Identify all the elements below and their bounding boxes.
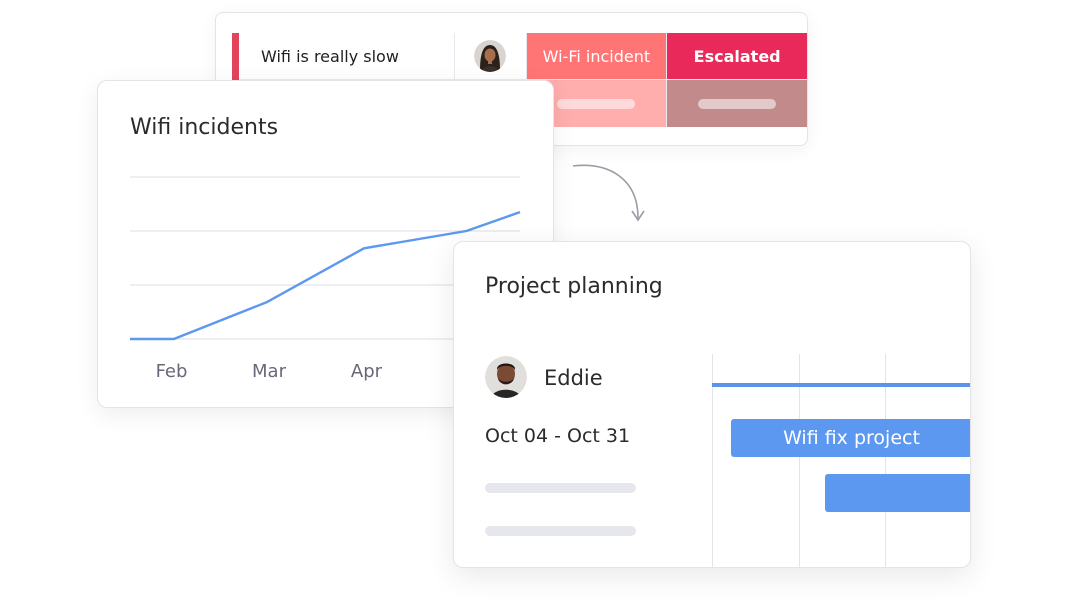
gantt-task-bar[interactable]: Wifi fix project [731, 419, 970, 457]
plan-title: Project planning [485, 274, 663, 299]
assignee-name: Eddie [544, 366, 603, 390]
task-label: Wifi fix project [783, 427, 920, 449]
woman-avatar [474, 40, 507, 72]
category-label: Wi-Fi incident [542, 46, 651, 66]
placeholder-line [485, 526, 636, 536]
category-tag[interactable]: Wi-Fi incident [526, 33, 668, 79]
placeholder-status-cell [667, 80, 807, 127]
placeholder-line [485, 483, 636, 493]
status-label: Escalated [693, 46, 781, 66]
x-tick-label: Apr [351, 361, 383, 382]
gantt-timeline: Wifi fix project [712, 354, 970, 567]
project-planning-card: Project planning Eddie Oct 04 - Oct 31 W… [453, 241, 971, 568]
ticket-owner-cell[interactable] [455, 33, 527, 79]
ticket-title-cell[interactable]: Wifi is really slow [239, 33, 455, 79]
timeline-track [712, 383, 970, 387]
gantt-task-bar[interactable] [825, 474, 970, 512]
x-tick-label: Mar [252, 361, 287, 382]
curved-arrow-icon [572, 164, 645, 222]
date-range: Oct 04 - Oct 31 [485, 425, 631, 447]
ticket-title: Wifi is really slow [261, 46, 399, 66]
status-tag[interactable]: Escalated [667, 33, 807, 79]
ticket-row[interactable]: Wifi is really slow Wi-Fi incident Escal… [239, 33, 807, 80]
placeholder-pill [557, 98, 636, 109]
x-tick-label: Feb [156, 361, 188, 382]
placeholder-pill [698, 98, 777, 109]
man-avatar [485, 356, 527, 398]
